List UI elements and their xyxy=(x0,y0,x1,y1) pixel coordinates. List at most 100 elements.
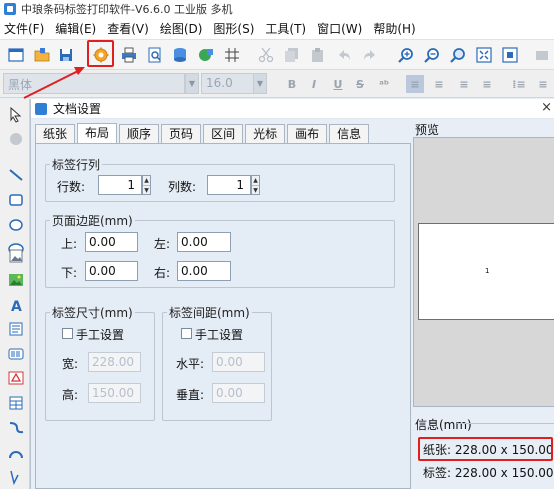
line-tool-icon[interactable] xyxy=(6,165,26,185)
page-margins-legend: 页面边距(mm) xyxy=(52,214,133,228)
zoom-actual-icon[interactable] xyxy=(474,45,494,65)
cols-label: 列数: xyxy=(168,180,197,194)
font-name-select[interactable]: 黑体 xyxy=(3,73,185,94)
preview-page-number: 1 xyxy=(485,267,490,275)
margin-top-input[interactable]: 0.00 xyxy=(85,232,138,252)
zoom-out-icon[interactable] xyxy=(422,45,442,65)
menu-file[interactable]: 文件(F) xyxy=(4,20,44,37)
label-size-manual-label: 手工设置 xyxy=(76,328,125,342)
tab-range[interactable]: 区间 xyxy=(203,124,244,143)
image-frame-icon[interactable] xyxy=(6,246,26,266)
curve-tool-icon[interactable] xyxy=(6,417,26,437)
copy-icon[interactable] xyxy=(282,45,302,65)
tab-layout[interactable]: 布局 xyxy=(77,123,118,143)
margin-right-label: 右: xyxy=(154,266,171,280)
label-gap-legend: 标签间距(mm) xyxy=(169,306,250,320)
data-source-icon[interactable] xyxy=(196,45,216,65)
menu-window[interactable]: 窗口(W) xyxy=(317,20,362,37)
margin-bottom-label: 下: xyxy=(61,266,78,280)
zoom-fit-icon[interactable] xyxy=(448,45,468,65)
print-icon[interactable] xyxy=(119,45,139,65)
open-folder-icon[interactable] xyxy=(32,45,52,65)
menu-bar: 文件(F) 编辑(E) 查看(V) 绘图(D) 图形(S) 工具(T) 窗口(W… xyxy=(0,18,554,40)
fullscreen-icon[interactable] xyxy=(500,45,520,65)
menu-help[interactable]: 帮助(H) xyxy=(373,20,415,37)
info-legend: 信息(mm) xyxy=(415,418,472,432)
drag-tool-icon[interactable] xyxy=(6,129,26,149)
preview-paper: 1 xyxy=(418,223,554,320)
polyline-tool-icon[interactable] xyxy=(6,467,26,487)
database-icon[interactable] xyxy=(170,45,190,65)
print-preview-icon[interactable] xyxy=(145,45,165,65)
menu-shape[interactable]: 图形(S) xyxy=(213,20,254,37)
italic-button[interactable]: I xyxy=(305,75,323,93)
preview-label: 预览 xyxy=(415,123,440,137)
text-spacing-icon[interactable]: ⁞≡ xyxy=(510,75,528,93)
cut-icon[interactable] xyxy=(256,45,276,65)
label-height-label: 高: xyxy=(62,388,79,402)
tab-info[interactable]: 信息 xyxy=(329,124,370,143)
cols-spinner[interactable]: ▲ ▼ xyxy=(251,175,260,195)
label-gap-manual-label: 手工设置 xyxy=(195,328,244,342)
strikethrough-button[interactable]: S xyxy=(351,75,369,93)
menu-view[interactable]: 查看(V) xyxy=(107,20,149,37)
menu-draw[interactable]: 绘图(D) xyxy=(160,20,203,37)
margin-right-input[interactable]: 0.00 xyxy=(177,261,231,281)
info-label-size: 标签: 228.00 x 150.00 xyxy=(423,466,554,480)
tab-cursor[interactable]: 光标 xyxy=(245,124,286,143)
tab-page-number[interactable]: 页码 xyxy=(161,124,202,143)
vertical-gap-input[interactable]: 0.00 xyxy=(212,383,265,403)
text-tool-icon[interactable]: A xyxy=(6,295,26,315)
table-tool-icon[interactable] xyxy=(6,393,26,413)
rows-spinner[interactable]: ▲ ▼ xyxy=(142,175,151,195)
document-settings-dialog: 文档设置 × 纸张 布局 顺序 页码 区间 光标 画布 信息 标签行列 行数: … xyxy=(30,99,554,489)
app-icon xyxy=(4,3,16,15)
tab-order[interactable]: 顺序 xyxy=(119,124,160,143)
align-left-icon[interactable]: ≡ xyxy=(406,75,424,93)
underline-button[interactable]: U xyxy=(329,75,347,93)
picture-tool-icon[interactable] xyxy=(6,270,26,290)
zoom-in-icon[interactable] xyxy=(396,45,416,65)
justify-icon[interactable]: ≡ xyxy=(478,75,496,93)
paste-icon[interactable] xyxy=(308,45,328,65)
dialog-close-icon[interactable]: × xyxy=(541,100,552,115)
arc-tool-icon[interactable] xyxy=(6,443,26,463)
superscript-icon[interactable]: ᵃᵇ xyxy=(375,75,393,93)
undo-icon[interactable] xyxy=(334,45,354,65)
rectangle-tool-icon[interactable] xyxy=(6,190,26,210)
rounded-rectangle-tool-icon[interactable] xyxy=(6,215,26,235)
label-gap-manual-checkbox[interactable] xyxy=(181,328,192,339)
more-icon[interactable] xyxy=(532,45,552,65)
grid-icon[interactable] xyxy=(222,45,242,65)
cols-input[interactable]: 1 xyxy=(207,175,251,195)
margin-left-label: 左: xyxy=(154,237,171,251)
align-right-icon[interactable]: ≡ xyxy=(455,75,473,93)
label-width-input[interactable]: 228.00 xyxy=(88,352,141,372)
line-spacing-icon[interactable]: ≡ xyxy=(534,75,552,93)
font-name-dropdown-icon[interactable]: ▼ xyxy=(185,73,199,94)
redo-icon[interactable] xyxy=(360,45,380,65)
settings-highlight-box xyxy=(87,40,114,67)
rows-input[interactable]: 1 xyxy=(98,175,142,195)
barcode-tool-icon[interactable] xyxy=(6,344,26,364)
tab-canvas[interactable]: 画布 xyxy=(287,124,328,143)
menu-tools[interactable]: 工具(T) xyxy=(265,20,306,37)
select-pointer-icon[interactable] xyxy=(6,105,26,125)
bold-button[interactable]: B xyxy=(283,75,301,93)
menu-edit[interactable]: 编辑(E) xyxy=(55,20,96,37)
dialog-title: 文档设置 xyxy=(53,102,102,116)
new-document-icon[interactable] xyxy=(6,45,26,65)
label-width-label: 宽: xyxy=(62,357,79,371)
align-center-icon[interactable]: ≡ xyxy=(430,75,448,93)
horizontal-gap-input[interactable]: 0.00 xyxy=(212,352,265,372)
horizontal-gap-label: 水平: xyxy=(176,357,205,371)
tab-paper[interactable]: 纸张 xyxy=(35,124,76,143)
margin-bottom-input[interactable]: 0.00 xyxy=(85,261,138,281)
margin-left-input[interactable]: 0.00 xyxy=(177,232,231,252)
label-size-manual-checkbox[interactable] xyxy=(62,328,73,339)
label-height-input[interactable]: 150.00 xyxy=(88,383,141,403)
font-size-dropdown-icon[interactable]: ▼ xyxy=(253,73,267,94)
qrcode-tool-icon[interactable] xyxy=(6,368,26,388)
multiline-text-tool-icon[interactable] xyxy=(6,319,26,339)
save-icon[interactable] xyxy=(56,45,76,65)
